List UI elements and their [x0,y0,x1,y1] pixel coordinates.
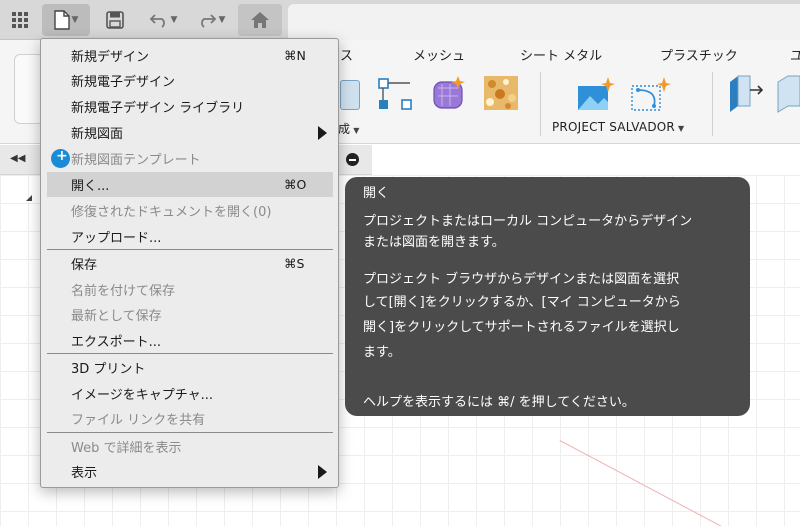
undo-icon [149,14,165,28]
project-salvador-image-icon[interactable] [574,76,616,114]
menu-item-upload[interactable]: アップロード... [47,224,333,249]
home-button[interactable] [238,4,282,36]
menu-item-label: イメージをキャプチャ... [71,388,214,403]
tooltip-help-hint: ヘルプを表示するには ⌘/ を押してください。 [363,395,635,410]
convert-body-icon-partial[interactable] [776,72,800,114]
tab-partial-right[interactable]: ユ [790,45,800,64]
chevron-down-icon: ▼ [353,126,360,135]
menu-item-label: Web で詳細を表示 [71,441,182,456]
convert-body-icon[interactable] [724,72,766,114]
menu-item-label: 新規図面テンプレート [71,153,201,168]
menu-item-capture-image[interactable]: イメージをキャプチャ... [47,381,333,406]
menu-item-label: 3D プリント [71,362,146,377]
menu-item-label: 保存 [71,258,98,273]
tooltip-instruction-line: 開く]をクリックしてサポートされるファイルを選択し [363,320,680,335]
tab-partial-left[interactable]: ス [340,45,353,64]
chevron-down-icon: ▼ [218,15,226,25]
document-tab-area [288,4,800,40]
redo-icon [200,14,216,28]
tooltip-instruction-line: プロジェクト ブラウザからデザインまたは図面を選択 [363,272,680,287]
chevron-down-icon: ▼ [677,124,685,133]
submenu-arrow-icon [318,126,327,140]
collapse-panel-icon[interactable] [346,153,359,166]
tooltip-description-line: または図面を開きます。 [363,235,505,250]
menu-item-export[interactable]: エクスポート... [47,328,333,353]
menu-item-save-as[interactable]: 名前を付けて保存 [47,277,333,302]
menu-item-label: アップロード... [71,231,162,246]
tooltip-title: 開く [363,186,390,201]
menu-separator [47,249,333,250]
ribbon-separator [540,72,541,136]
chevron-down-icon: ▼ [170,15,178,25]
menu-item-label: 名前を付けて保存 [71,284,176,299]
file-dropdown-menu: 新規デザイン ⌘N 新規電子デザイン 新規電子デザイン ライブラリ 新規図面 新… [40,38,339,488]
tab-mesh[interactable]: メッシュ [413,45,465,64]
tab-plastic[interactable]: プラスチック [660,45,738,64]
menu-item-label: 最新として保存 [71,309,162,324]
file-icon [53,10,70,30]
menu-item-shortcut: ⌘O [284,177,307,192]
menu-item-label: エクスポート... [71,335,162,350]
apps-grid-button[interactable] [8,4,32,36]
template-badge-icon [51,148,70,168]
menu-item-shortcut: ⌘N [284,48,306,63]
menu-item-label: 修復されたドキュメントを開く(0) [71,205,272,220]
menu-item-label: 新規電子デザイン [71,75,176,90]
open-command-tooltip: 開く プロジェクトまたはローカル コンピュータからデザイン または図面を開きます… [345,177,750,416]
form-shape-icon[interactable] [428,74,468,112]
menu-item-new-electronics-design[interactable]: 新規電子デザイン [47,68,333,93]
menu-item-new-drawing[interactable]: 新規図面 [47,120,333,145]
apps-grid-icon [12,12,28,28]
menu-item-label: 新規電子デザイン ライブラリ [71,101,245,116]
menu-item-save[interactable]: 保存 ⌘S [47,251,333,276]
collapse-browser-icon[interactable]: ◀◀ [10,153,25,164]
file-menu-button[interactable]: ▼ [42,4,90,36]
menu-item-label: 新規図面 [71,127,124,142]
menu-item-view[interactable]: 表示 [47,459,333,484]
project-salvador-label[interactable]: PROJECT SALVADOR [552,120,675,134]
quick-access-toolbar: ▼ ▼ ▼ [0,0,800,40]
save-button[interactable] [102,4,128,36]
menu-item-label: 開く... [71,179,110,194]
menu-item-label: 表示 [71,466,98,481]
save-icon [106,11,124,29]
menu-separator [47,353,333,354]
undo-button[interactable]: ▼ [142,4,184,36]
menu-item-new-design[interactable]: 新規デザイン ⌘N [47,43,333,68]
menu-item-view-on-web[interactable]: Web で詳細を表示 [47,434,333,459]
menu-item-share-file-link[interactable]: ファイル リンクを共有 [47,406,333,431]
create-tool-icon[interactable] [340,80,360,110]
redo-button[interactable]: ▼ [190,4,232,36]
menu-item-save-as-latest[interactable]: 最新として保存 [47,302,333,327]
menu-item-new-drawing-template[interactable]: 新規図面テンプレート [47,146,333,171]
ribbon-separator [712,72,713,136]
texture-map-icon[interactable] [482,74,520,112]
menu-item-shortcut: ⌘S [284,256,305,271]
menu-item-new-electronics-library[interactable]: 新規電子デザイン ライブラリ [47,94,333,119]
chevron-down-icon: ▼ [71,15,79,25]
menu-item-label: ファイル リンクを共有 [71,413,206,428]
create-label: 成 [338,122,351,136]
menu-item-open[interactable]: 開く... ⌘O [47,172,333,197]
tooltip-instruction-line: して[開く]をクリックするか、[マイ コンピュータから [363,295,681,310]
menu-item-3d-print[interactable]: 3D プリント [47,355,333,380]
submenu-arrow-icon [318,465,327,479]
sketch-points-icon[interactable] [376,76,414,112]
browser-tree-expander-icon[interactable] [26,195,32,201]
tooltip-instruction-line: ます。 [363,345,401,360]
menu-item-open-recovered[interactable]: 修復されたドキュメントを開く(0) [47,198,333,223]
menu-item-label: 新規デザイン [71,50,150,65]
tab-sheet-metal[interactable]: シート メタル [520,45,602,64]
home-icon [251,12,269,28]
project-salvador-sketch-icon[interactable] [628,76,672,114]
menu-separator [47,432,333,433]
